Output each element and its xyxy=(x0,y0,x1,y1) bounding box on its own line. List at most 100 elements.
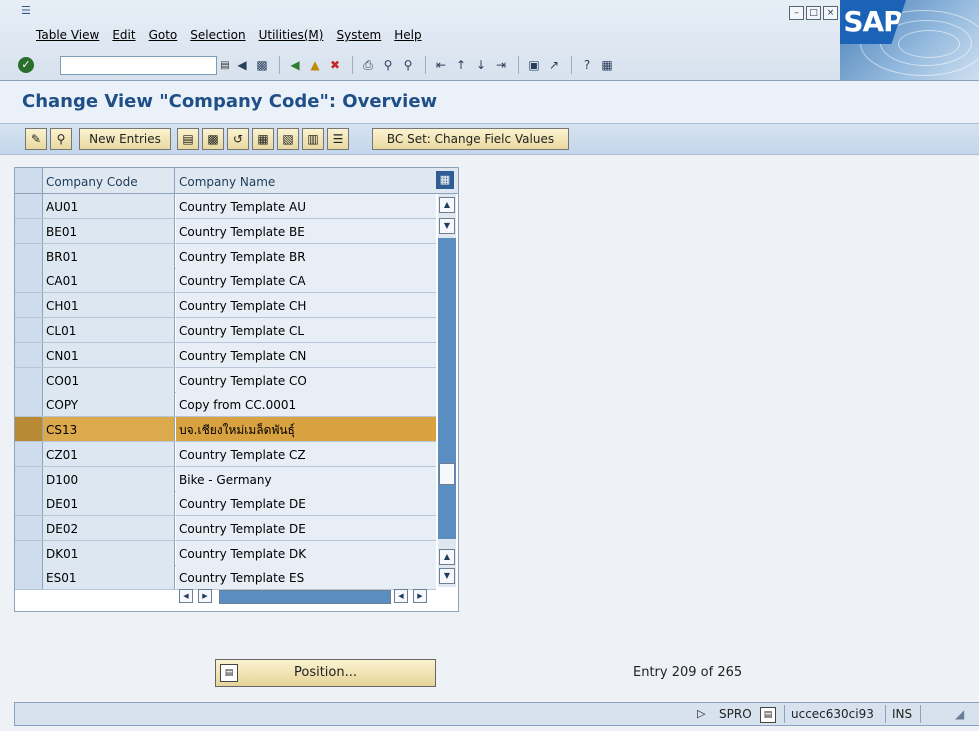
company-name-cell[interactable]: Country Template BE xyxy=(176,219,436,243)
company-name-cell[interactable]: Country Template CN xyxy=(176,343,436,367)
company-code-cell[interactable]: DK01 xyxy=(43,541,175,565)
row-selector[interactable] xyxy=(15,541,43,565)
company-code-cell[interactable]: ES01 xyxy=(43,565,175,589)
row-selector[interactable] xyxy=(15,194,43,218)
company-name-cell[interactable]: Country Template CL xyxy=(176,318,436,342)
insert-mode[interactable]: INS xyxy=(885,705,922,723)
details-icon[interactable]: ⚲ xyxy=(50,128,72,150)
shortcut-icon[interactable]: ↗ xyxy=(545,56,563,74)
close-icon[interactable]: × xyxy=(823,6,838,20)
collapse-icon[interactable]: ◀ xyxy=(233,56,251,74)
company-name-cell[interactable]: Country Template DK xyxy=(176,541,436,565)
row-selector[interactable] xyxy=(15,219,43,243)
back-icon[interactable]: ◀ xyxy=(286,56,304,74)
company-name-cell[interactable]: Bike - Germany xyxy=(176,467,436,491)
delete-icon[interactable]: ▩ xyxy=(202,128,224,150)
horizontal-scroll-track[interactable] xyxy=(219,590,391,604)
company-name-cell[interactable]: Country Template CA xyxy=(176,268,436,292)
command-history-icon[interactable]: ▤ xyxy=(217,57,233,74)
scroll-up-icon[interactable]: ▲ xyxy=(439,197,455,213)
select-all-column-header[interactable] xyxy=(15,168,43,193)
exit-icon[interactable]: ▲ xyxy=(306,56,324,74)
row-selector[interactable] xyxy=(15,491,43,515)
scroll-left-icon[interactable]: ◀ xyxy=(179,589,193,603)
deselect-all-icon[interactable]: ▥ xyxy=(302,128,324,150)
menu-selection[interactable]: Selection xyxy=(190,28,245,44)
resize-grip-icon[interactable]: ◢ xyxy=(955,705,975,723)
company-name-cell[interactable]: Country Template AU xyxy=(176,194,436,218)
company-name-cell[interactable]: Country Template CO xyxy=(176,368,436,392)
select-block-icon[interactable]: ▧ xyxy=(277,128,299,150)
row-selector[interactable] xyxy=(15,318,43,342)
page-down-icon[interactable]: ▲ xyxy=(439,549,455,565)
row-selector[interactable] xyxy=(15,244,43,268)
copy-as-icon[interactable]: ▤ xyxy=(177,128,199,150)
next-page-icon[interactable]: ↓ xyxy=(472,56,490,74)
scroll-right-icon[interactable]: ▶ xyxy=(198,589,212,603)
company-code-cell[interactable]: CN01 xyxy=(43,343,175,367)
scroll-track[interactable] xyxy=(438,238,456,539)
select-all-icon[interactable]: ▦ xyxy=(252,128,274,150)
new-entries-button[interactable]: New Entries xyxy=(79,128,171,150)
scroll-right-icon[interactable]: ▶ xyxy=(413,589,427,603)
company-name-cell[interactable]: Country Template ES xyxy=(176,565,436,589)
scroll-left-icon[interactable]: ◀ xyxy=(394,589,408,603)
menu-utilities[interactable]: Utilities(M) xyxy=(259,28,324,44)
row-selector[interactable] xyxy=(15,343,43,367)
vertical-scrollbar[interactable]: ▲ ▼ ▲ ▼ xyxy=(438,194,456,587)
scroll-down-icon[interactable]: ▼ xyxy=(439,568,455,584)
company-code-cell[interactable]: DE02 xyxy=(43,516,175,540)
print-icon[interactable]: ⎙ xyxy=(359,56,377,74)
company-name-cell[interactable]: Country Template DE xyxy=(176,516,436,540)
company-code-cell[interactable]: CO01 xyxy=(43,368,175,392)
row-selector[interactable] xyxy=(15,368,43,392)
first-page-icon[interactable]: ⇤ xyxy=(432,56,450,74)
company-code-cell[interactable]: CL01 xyxy=(43,318,175,342)
company-code-cell[interactable]: D100 xyxy=(43,467,175,491)
find-icon[interactable]: ⚲ xyxy=(379,56,397,74)
undo-change-icon[interactable]: ↺ xyxy=(227,128,249,150)
row-selector[interactable] xyxy=(15,417,43,441)
system-menu-icon[interactable]: ☰ xyxy=(21,5,33,16)
help-icon[interactable]: ? xyxy=(578,56,596,74)
position-button[interactable]: ▤ Position... xyxy=(215,659,436,687)
last-page-icon[interactable]: ⇥ xyxy=(492,56,510,74)
find-next-icon[interactable]: ⚲ xyxy=(399,56,417,74)
horizontal-scrollbar[interactable]: ◀ ▶ ◀ ▶ xyxy=(176,587,436,605)
row-selector[interactable] xyxy=(15,467,43,491)
layout-menu-icon[interactable]: ▦ xyxy=(598,56,616,74)
company-name-cell[interactable]: บจ.เชียงใหม่เมล็ดพันธุ์ xyxy=(176,417,436,441)
menu-system[interactable]: System xyxy=(336,28,381,44)
menu-help[interactable]: Help xyxy=(394,28,421,44)
company-code-cell[interactable]: CH01 xyxy=(43,293,175,317)
save-icon[interactable]: ▩ xyxy=(253,56,271,74)
company-name-cell[interactable]: Country Template DE xyxy=(176,491,436,515)
row-selector[interactable] xyxy=(15,516,43,540)
page-up-icon[interactable]: ▼ xyxy=(439,218,455,234)
company-name-cell[interactable]: Country Template CZ xyxy=(176,442,436,466)
variant-icon[interactable]: ☰ xyxy=(327,128,349,150)
company-code-cell[interactable]: DE01 xyxy=(43,491,175,515)
menu-goto[interactable]: Goto xyxy=(149,28,178,44)
company-name-cell[interactable]: Country Template CH xyxy=(176,293,436,317)
company-code-cell[interactable]: CA01 xyxy=(43,268,175,292)
menu-table-view[interactable]: Table View xyxy=(36,28,99,44)
display-change-icon[interactable]: ✎ xyxy=(25,128,47,150)
company-code-cell[interactable]: BR01 xyxy=(43,244,175,268)
row-selector[interactable] xyxy=(15,565,43,589)
company-code-cell[interactable]: COPY xyxy=(43,392,175,416)
create-session-icon[interactable]: ▣ xyxy=(525,56,543,74)
company-code-cell[interactable]: CS13 xyxy=(43,417,175,441)
company-code-cell[interactable]: BE01 xyxy=(43,219,175,243)
session-info-icon[interactable]: ▤ xyxy=(760,707,776,723)
cancel-icon[interactable]: ✖ xyxy=(326,56,344,74)
row-selector[interactable] xyxy=(15,442,43,466)
bc-set-button[interactable]: BC Set: Change Fielc Values xyxy=(372,128,569,150)
column-header-company-code[interactable]: Company Code xyxy=(43,168,175,193)
company-name-cell[interactable]: Country Template BR xyxy=(176,244,436,268)
column-header-company-name[interactable]: Company Name xyxy=(176,168,434,193)
company-code-cell[interactable]: CZ01 xyxy=(43,442,175,466)
previous-page-icon[interactable]: ↑ xyxy=(452,56,470,74)
company-code-cell[interactable]: AU01 xyxy=(43,194,175,218)
row-selector[interactable] xyxy=(15,268,43,292)
